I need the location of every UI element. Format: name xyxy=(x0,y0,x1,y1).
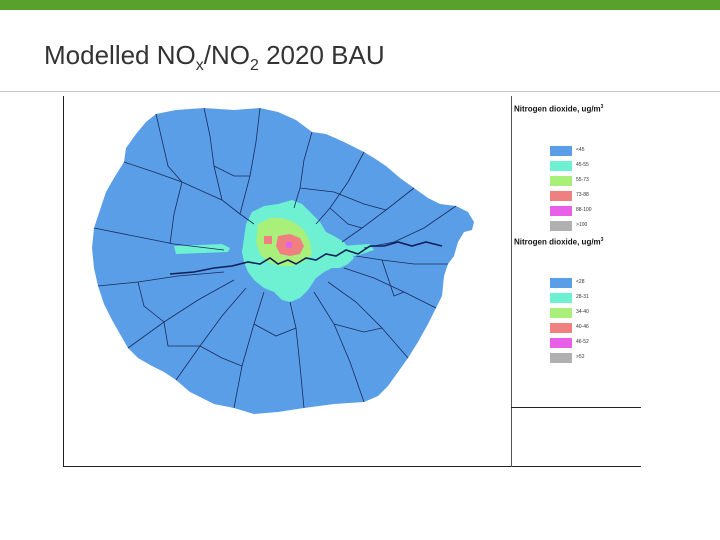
legend-item: <28 xyxy=(550,278,640,291)
legend-swatch xyxy=(550,278,572,288)
legend-item: >52 xyxy=(550,353,640,366)
legend-item: 46-52 xyxy=(550,338,640,351)
slide-title: Modelled NOx/NO2 2020 BAU xyxy=(44,40,385,74)
legend-item: <45 xyxy=(550,146,640,159)
legend-swatch xyxy=(550,308,572,318)
legend-primary-title: Nitrogen dioxide, ug/m3 xyxy=(514,104,604,114)
legend-secondary: Nitrogen dioxide, ug/m3 xyxy=(514,237,640,247)
legend-label: 55-73 xyxy=(576,177,589,183)
legend-swatch xyxy=(550,191,572,201)
legend-label: 88-100 xyxy=(576,207,592,213)
frame-bottom-edge xyxy=(63,466,641,467)
legend-primary: Nitrogen dioxide, ug/m3 xyxy=(514,104,640,114)
legend-label: <28 xyxy=(576,279,585,285)
legend-item: 34-40 xyxy=(550,308,640,321)
legend-item: 73-88 xyxy=(550,191,640,204)
legend-swatch xyxy=(550,293,572,303)
legend-item: >100 xyxy=(550,221,640,234)
legend-bottom-rule xyxy=(511,407,641,408)
map-region-band-73-88-west xyxy=(264,236,272,244)
title-divider xyxy=(0,91,720,92)
legend-swatch xyxy=(550,206,572,216)
map-region-band-88-100 xyxy=(286,242,292,248)
legend-label: <45 xyxy=(576,147,585,153)
legend-swatch xyxy=(550,353,572,363)
legend-item: 88-100 xyxy=(550,206,640,219)
legend-swatch xyxy=(550,338,572,348)
legend-label: >100 xyxy=(576,222,588,228)
legend-swatch xyxy=(550,146,572,156)
legend-item: 40-46 xyxy=(550,323,640,336)
legend-label: 40-46 xyxy=(576,324,589,330)
legend-label: 73-88 xyxy=(576,192,589,198)
legend-swatch xyxy=(550,176,572,186)
legend-label: >52 xyxy=(576,354,585,360)
legend-secondary-title: Nitrogen dioxide, ug/m3 xyxy=(514,237,604,247)
legend-label: 34-40 xyxy=(576,309,589,315)
legend-swatch xyxy=(550,221,572,231)
london-no2-map xyxy=(92,107,474,414)
legend-swatch xyxy=(550,161,572,171)
legend-label: 45-55 xyxy=(576,162,589,168)
legend-label: 28-31 xyxy=(576,294,589,300)
legend-label: 46-52 xyxy=(576,339,589,345)
legend-swatch xyxy=(550,323,572,333)
legend-item: 55-73 xyxy=(550,176,640,189)
legend-item: 45-55 xyxy=(550,161,640,174)
legend-item: 28-31 xyxy=(550,293,640,306)
accent-bar xyxy=(0,0,720,10)
legend-divider xyxy=(511,96,512,467)
